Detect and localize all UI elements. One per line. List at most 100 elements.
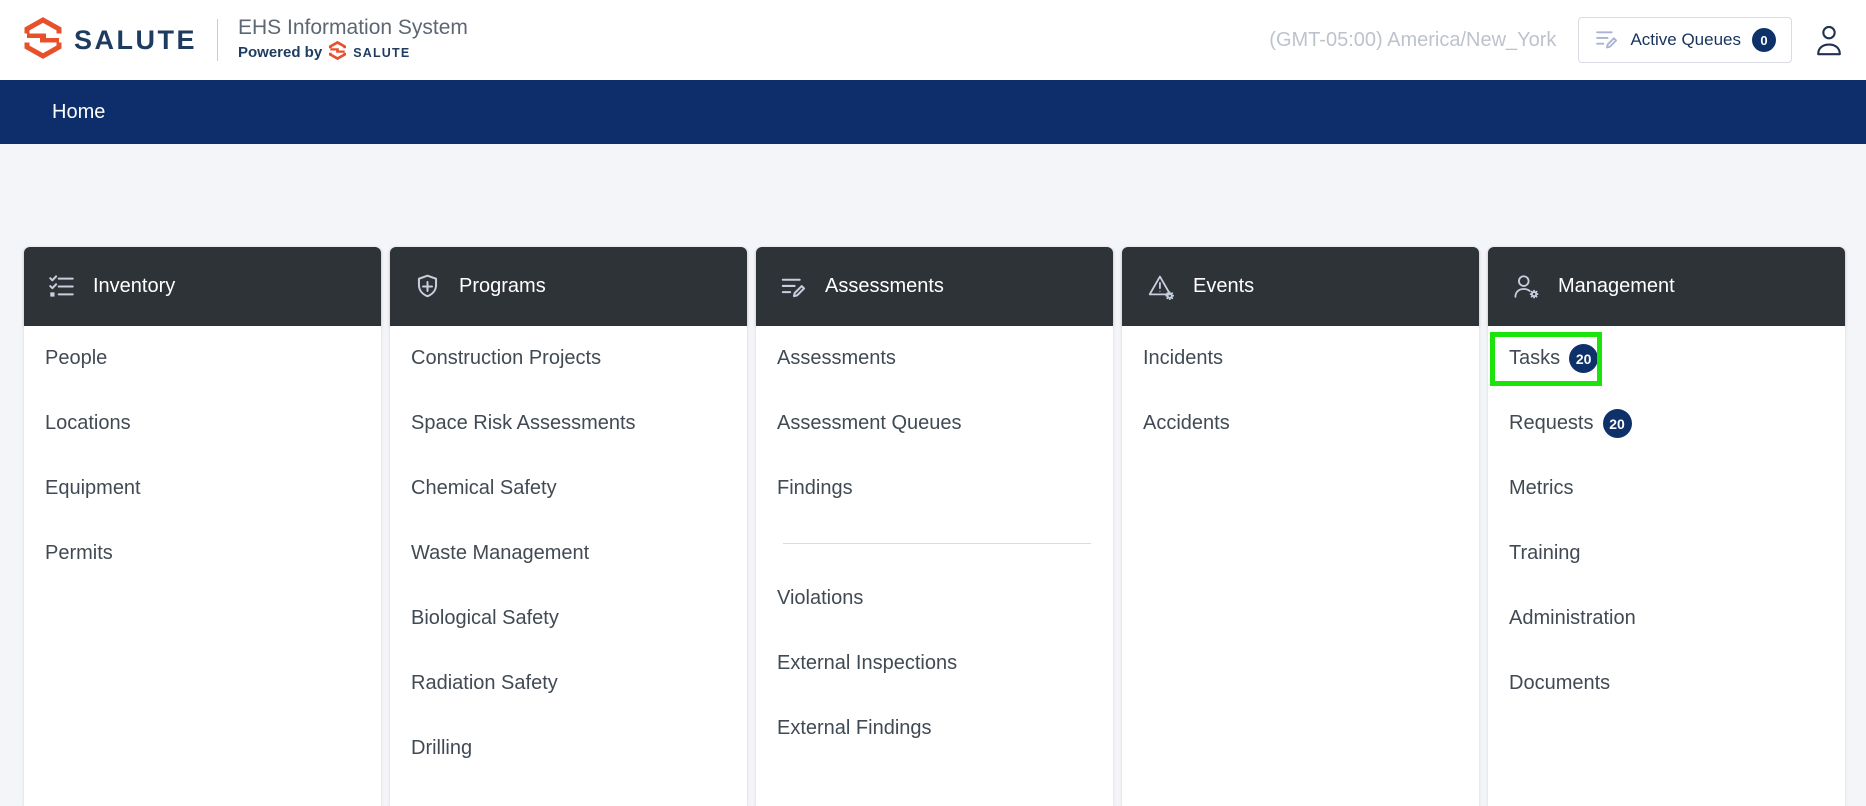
panel-management: Management Tasks 20 Requests 20 Metrics Traini… — [1488, 247, 1845, 806]
menu-item-accidents[interactable]: Accidents — [1122, 391, 1479, 456]
nav-item-home[interactable]: Home — [52, 101, 105, 124]
menu-item-label: Locations — [45, 412, 131, 435]
panel-header-assessments: Assessments — [756, 247, 1113, 326]
count-badge: 20 — [1569, 344, 1598, 373]
menu-item-construction-projects[interactable]: Construction Projects — [390, 326, 747, 391]
menu-item-requests[interactable]: Requests 20 — [1488, 391, 1845, 456]
panel-body-inventory: People Locations Equipment Permits — [24, 326, 381, 806]
panel-header-inventory: Inventory — [24, 247, 381, 326]
menu-item-people[interactable]: People — [24, 326, 381, 391]
columns: Inventory People Locations Equipment Permits… — [24, 247, 1845, 806]
menu-item-label: Tasks — [1509, 347, 1560, 370]
page-title: EHS Information System — [238, 16, 468, 39]
panel-title: Assessments — [825, 275, 944, 298]
menu-item-label: Incidents — [1143, 347, 1223, 370]
menu-item-label: Violations — [777, 587, 863, 610]
salute-hexagon-icon-small — [329, 41, 346, 64]
menu-item-label: Accidents — [1143, 412, 1230, 435]
panel-events: Events Incidents Accidents — [1122, 247, 1479, 806]
menu-item-tasks[interactable]: Tasks 20 — [1488, 326, 1845, 391]
checklist-icon — [48, 273, 75, 300]
shield-plus-icon — [414, 273, 441, 300]
menu-item-label: External Inspections — [777, 652, 957, 675]
menu-item-label: Radiation Safety — [411, 672, 558, 695]
lines-pencil-icon — [780, 273, 807, 300]
lines-pencil-icon — [1594, 26, 1619, 54]
menu-item-label: External Findings — [777, 717, 932, 740]
menu-item-label: Permits — [45, 542, 113, 565]
menu-item-space-risk-assessments[interactable]: Space Risk Assessments — [390, 391, 747, 456]
menu-item-label: Findings — [777, 477, 853, 500]
header-right: (GMT-05:00) America/New_York Active Queu… — [1269, 17, 1844, 63]
panel-title: Management — [1558, 275, 1675, 298]
powered-by-label: Powered by — [238, 44, 322, 61]
menu-item-label: Biological Safety — [411, 607, 559, 630]
menu-item-label: Equipment — [45, 477, 141, 500]
menu-item-label: Assessments — [777, 347, 896, 370]
menu-item-locations[interactable]: Locations — [24, 391, 381, 456]
menu-item-external-findings[interactable]: External Findings — [756, 696, 1113, 761]
menu-item-label: Space Risk Assessments — [411, 412, 636, 435]
menu-item-incidents[interactable]: Incidents — [1122, 326, 1479, 391]
menu-item-label: Chemical Safety — [411, 477, 557, 500]
menu-item-radiation-safety[interactable]: Radiation Safety — [390, 651, 747, 716]
menu-item-chemical-safety[interactable]: Chemical Safety — [390, 456, 747, 521]
menu-item-label: Drilling — [411, 737, 472, 760]
header-divider — [217, 19, 218, 61]
menu-item-assessments[interactable]: Assessments — [756, 326, 1113, 391]
menu-item-permits[interactable]: Permits — [24, 521, 381, 586]
menu-item-administration[interactable]: Administration — [1488, 586, 1845, 651]
main-navbar: Home — [0, 80, 1866, 144]
person-gear-icon — [1512, 273, 1540, 300]
menu-item-label: Waste Management — [411, 542, 589, 565]
active-queues-label: Active Queues — [1630, 30, 1741, 50]
panel-body-assessments: Assessments Assessment Queues Findings Viol… — [756, 326, 1113, 806]
menu-item-drilling[interactable]: Drilling — [390, 716, 747, 781]
menu-item-label: Metrics — [1509, 477, 1573, 500]
menu-item-label: Construction Projects — [411, 347, 601, 370]
menu-item-violations[interactable]: Violations — [756, 566, 1113, 631]
panel-header-programs: Programs — [390, 247, 747, 326]
menu-item-label: Requests — [1509, 412, 1594, 435]
menu-item-training[interactable]: Training — [1488, 521, 1845, 586]
panel-assessments: Assessments Assessments Assessment Queues F… — [756, 247, 1113, 806]
panel-programs: Programs Construction Projects Space Risk … — [390, 247, 747, 806]
timezone-label: (GMT-05:00) America/New_York — [1269, 29, 1556, 52]
user-account-button[interactable] — [1814, 24, 1844, 56]
panel-header-management: Management — [1488, 247, 1845, 326]
menu-item-label: Assessment Queues — [777, 412, 962, 435]
menu-item-label: People — [45, 347, 107, 370]
menu-divider — [783, 543, 1091, 544]
menu-item-documents[interactable]: Documents — [1488, 651, 1845, 716]
menu-item-equipment[interactable]: Equipment — [24, 456, 381, 521]
title-block: EHS Information System Powered by SALUTE — [238, 16, 468, 64]
menu-item-external-inspections[interactable]: External Inspections — [756, 631, 1113, 696]
panel-body-management: Tasks 20 Requests 20 Metrics Training Administ… — [1488, 326, 1845, 806]
active-queues-button[interactable]: Active Queues 0 — [1578, 17, 1792, 63]
menu-item-label: Documents — [1509, 672, 1610, 695]
panel-title: Inventory — [93, 275, 175, 298]
brand-wordmark: SALUTE — [74, 25, 197, 56]
panel-inventory: Inventory People Locations Equipment Permits — [24, 247, 381, 806]
menu-item-label: Training — [1509, 542, 1581, 565]
menu-item-findings[interactable]: Findings — [756, 456, 1113, 521]
warning-gear-icon — [1146, 273, 1175, 300]
active-queues-count-badge: 0 — [1752, 28, 1776, 52]
powered-by: Powered by SALUTE — [238, 41, 468, 64]
salute-hexagon-icon — [24, 17, 62, 64]
panel-body-programs: Construction Projects Space Risk Assessme… — [390, 326, 747, 806]
menu-item-label: Administration — [1509, 607, 1636, 630]
panel-title: Events — [1193, 275, 1254, 298]
menu-item-biological-safety[interactable]: Biological Safety — [390, 586, 747, 651]
panel-header-events: Events — [1122, 247, 1479, 326]
panel-body-events: Incidents Accidents — [1122, 326, 1479, 806]
menu-item-waste-management[interactable]: Waste Management — [390, 521, 747, 586]
brand-logo[interactable]: SALUTE — [24, 17, 197, 64]
powered-by-brand: SALUTE — [353, 46, 410, 60]
menu-item-assessment-queues[interactable]: Assessment Queues — [756, 391, 1113, 456]
top-header: SALUTE EHS Information System Powered by… — [0, 0, 1866, 80]
menu-item-metrics[interactable]: Metrics — [1488, 456, 1845, 521]
count-badge: 20 — [1603, 409, 1632, 438]
panel-title: Programs — [459, 275, 546, 298]
person-outline-icon — [1814, 24, 1844, 56]
